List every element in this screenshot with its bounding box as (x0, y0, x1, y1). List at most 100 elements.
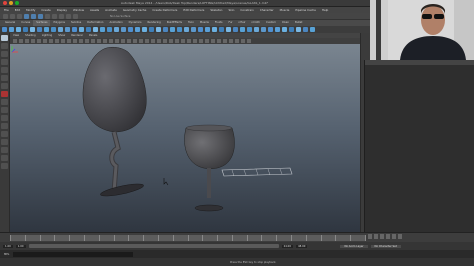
panel-tool-icon[interactable] (181, 39, 185, 43)
menu-item-assets[interactable]: Assets (90, 8, 99, 12)
lasso-tool-icon[interactable] (1, 43, 8, 49)
shelf-tool-icon[interactable] (121, 27, 126, 32)
panel-tool-icon[interactable] (79, 39, 83, 43)
shelf-tool-icon[interactable] (289, 27, 294, 32)
panel-tool-icon[interactable] (217, 39, 221, 43)
menu-item-edit[interactable]: Edit (15, 8, 20, 12)
panel-menu-panels[interactable]: Panels (89, 34, 97, 37)
shelf-tool-icon[interactable] (2, 27, 7, 32)
menu-item-create-deformers[interactable]: Create Deformers (152, 8, 177, 12)
panel-tool-icon[interactable] (19, 39, 23, 43)
shelf-tool-icon[interactable] (51, 27, 56, 32)
rotate-tool-icon[interactable] (1, 67, 8, 73)
panel-tool-icon[interactable] (187, 39, 191, 43)
menu-item-window[interactable]: Window (73, 8, 84, 12)
shelf-tool-icon[interactable] (65, 27, 70, 32)
shelf-tool-icon[interactable] (9, 27, 14, 32)
shelf-tool-icon[interactable] (233, 27, 238, 32)
menu-item-pipeline-cache[interactable]: Pipeline Cache (295, 8, 316, 12)
panel-tool-icon[interactable] (115, 39, 119, 43)
shelf-tool-icon[interactable] (142, 27, 147, 32)
profile-curve[interactable] (221, 167, 293, 177)
panel-tool-icon[interactable] (229, 39, 233, 43)
shelf-tool-icon[interactable] (107, 27, 112, 32)
panel-tool-icon[interactable] (109, 39, 113, 43)
panel-tool-icon[interactable] (175, 39, 179, 43)
shelf-tool-icon[interactable] (23, 27, 28, 32)
shelf-tool-icon[interactable] (177, 27, 182, 32)
shelf-tool-icon[interactable] (93, 27, 98, 32)
panel-tool-icon[interactable] (247, 39, 251, 43)
menu-item-create[interactable]: Create (41, 8, 50, 12)
menu-item-display[interactable]: Display (57, 8, 67, 12)
scale-tool-icon[interactable] (1, 75, 8, 81)
menu-item-skin[interactable]: Skin (228, 8, 234, 12)
open-scene-icon[interactable] (10, 13, 15, 19)
layout-side-icon[interactable] (1, 115, 8, 121)
panel-tool-icon[interactable] (67, 39, 71, 43)
small-wine-glass[interactable] (184, 124, 235, 212)
paint-select-tool-icon[interactable] (1, 51, 8, 57)
play-back-icon[interactable] (380, 234, 384, 239)
layout-hypershade-icon[interactable] (1, 139, 8, 145)
panel-tool-icon[interactable] (127, 39, 131, 43)
panel-tool-icon[interactable] (31, 39, 35, 43)
menu-item-character[interactable]: Character (260, 8, 274, 12)
shelf-tool-icon[interactable] (247, 27, 252, 32)
menu-item-file[interactable]: File (4, 8, 9, 12)
time-slider[interactable] (0, 232, 474, 242)
panel-tool-icon[interactable] (91, 39, 95, 43)
shelf-tool-icon[interactable] (114, 27, 119, 32)
shelf-tool-icon[interactable] (310, 27, 315, 32)
character-set-dropdown[interactable]: No Character Set (370, 244, 401, 248)
layout-script-icon[interactable] (1, 163, 8, 169)
manipulator-tool-icon[interactable] (1, 83, 8, 89)
panel-tool-icon[interactable] (85, 39, 89, 43)
shelf-tool-icon[interactable] (163, 27, 168, 32)
go-to-end-icon[interactable] (398, 234, 402, 239)
shelf-tool-icon[interactable] (261, 27, 266, 32)
shelf-tool-icon[interactable] (275, 27, 280, 32)
save-scene-icon[interactable] (17, 13, 22, 19)
layout-outliner-icon[interactable] (1, 123, 8, 129)
shelf-tool-icon[interactable] (100, 27, 105, 32)
panel-tool-icon[interactable] (103, 39, 107, 43)
panel-tool-icon[interactable] (73, 39, 77, 43)
shelf-tool-icon[interactable] (240, 27, 245, 32)
snap-grid-icon[interactable] (45, 13, 50, 19)
perspective-viewport[interactable] (10, 44, 360, 232)
shelf-tool-icon[interactable] (44, 27, 49, 32)
layout-graph-icon[interactable] (1, 131, 8, 137)
panel-tool-icon[interactable] (13, 39, 17, 43)
panel-tool-icon[interactable] (145, 39, 149, 43)
layout-uv-icon[interactable] (1, 155, 8, 161)
close-window-button[interactable] (3, 1, 7, 5)
play-end-field[interactable]: 24.00 (281, 244, 293, 248)
panel-tool-icon[interactable] (37, 39, 41, 43)
range-slider[interactable] (28, 244, 279, 248)
shelf-tool-icon[interactable] (72, 27, 77, 32)
panel-tool-icon[interactable] (139, 39, 143, 43)
shelf-tool-icon[interactable] (198, 27, 203, 32)
play-forward-icon[interactable] (386, 234, 390, 239)
shelf-tool-icon[interactable] (219, 27, 224, 32)
large-wine-glass[interactable] (82, 47, 147, 198)
shelf-tool-icon[interactable] (268, 27, 273, 32)
menu-item-muscle[interactable]: Muscle (280, 8, 290, 12)
panel-tool-icon[interactable] (193, 39, 197, 43)
menu-item-edit-deformers[interactable]: Edit Deformers (183, 8, 204, 12)
menu-item-skeleton[interactable]: Skeleton (210, 8, 222, 12)
menu-item-constrain[interactable]: Constrain (240, 8, 253, 12)
panel-tool-icon[interactable] (211, 39, 215, 43)
panel-tool-icon[interactable] (133, 39, 137, 43)
panel-tool-icon[interactable] (199, 39, 203, 43)
menu-item-geometry-cache[interactable]: Geometry Cache (123, 8, 147, 12)
snap-point-icon[interactable] (59, 13, 64, 19)
menu-item-animate[interactable]: Animate (105, 8, 117, 12)
go-to-start-icon[interactable] (368, 234, 372, 239)
panel-menu-show[interactable]: Show (58, 34, 65, 37)
snap-curve-icon[interactable] (52, 13, 57, 19)
shelf-tool-icon[interactable] (16, 27, 21, 32)
ipr-render-icon[interactable] (73, 13, 78, 19)
panel-tool-icon[interactable] (205, 39, 209, 43)
